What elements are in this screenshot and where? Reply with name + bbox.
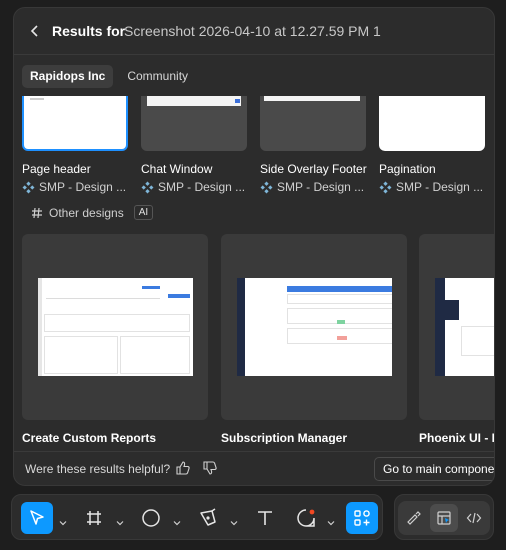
design-thumbnail	[435, 278, 494, 376]
library-name: SMP - Design ...	[39, 180, 127, 194]
section-title: Other designs	[49, 205, 124, 220]
component-icon	[260, 181, 273, 193]
thumbs-up-icon	[176, 461, 190, 475]
component-thumbnail[interactable]	[379, 96, 485, 151]
library-label: SMP - Design ...	[141, 180, 245, 194]
tab-rapidops[interactable]: Rapidops Inc	[22, 65, 114, 88]
chevron-down-icon	[59, 521, 67, 526]
thumbs-down-button[interactable]	[203, 461, 219, 477]
panel-header: Results for Screenshot 2026-04-10 at 12.…	[14, 8, 494, 55]
component-icon	[141, 181, 154, 193]
component-thumbnail[interactable]	[22, 96, 128, 151]
component-thumbnail[interactable]	[260, 96, 366, 151]
frame-tool-button[interactable]	[78, 502, 110, 534]
library-name: SMP - Design ...	[158, 180, 246, 194]
chevron-down-icon	[173, 521, 181, 526]
tool-bar	[11, 494, 383, 540]
results-file-name: Screenshot 2026-04-10 at 12.27.59 PM 1	[124, 23, 381, 39]
dev-mode-button[interactable]	[460, 504, 488, 532]
design-card[interactable]	[419, 234, 494, 420]
library-name: SMP - Design ...	[396, 180, 484, 194]
text-tool-button[interactable]	[249, 502, 281, 534]
ellipse-icon	[142, 509, 160, 527]
design-thumbnail	[237, 278, 392, 376]
design-mode-button[interactable]	[430, 504, 458, 532]
design-name: Create Custom Reports	[22, 431, 157, 444]
library-label: SMP - Design ...	[379, 180, 483, 194]
library-name: SMP - Design ...	[277, 180, 365, 194]
draw-mode-button[interactable]	[400, 504, 428, 532]
component-icon	[379, 181, 392, 193]
component-name: Pagination	[379, 162, 436, 176]
design-thumbnail	[38, 278, 193, 376]
design-card[interactable]	[22, 234, 208, 420]
chevron-left-icon	[30, 25, 38, 37]
source-tabs: Rapidops Inc Community	[22, 65, 196, 88]
results-title: Results for	[52, 23, 126, 39]
thumbs-up-button[interactable]	[176, 461, 192, 477]
library-label: SMP - Design ...	[22, 180, 126, 194]
comment-tool-caret[interactable]	[327, 514, 335, 526]
actions-icon	[354, 510, 370, 526]
mode-switcher	[394, 494, 494, 540]
pen-tool-caret[interactable]	[230, 514, 238, 526]
chevron-down-icon	[230, 521, 238, 526]
actions-tool-button[interactable]	[346, 502, 378, 534]
search-results-panel: Results for Screenshot 2026-04-10 at 12.…	[13, 7, 495, 486]
component-name: Chat Window	[141, 162, 213, 176]
chevron-down-icon	[327, 521, 335, 526]
shape-tool-caret[interactable]	[173, 514, 181, 526]
draw-icon	[407, 511, 421, 525]
mode-group	[398, 501, 490, 535]
frame-tool-caret[interactable]	[116, 514, 124, 526]
comment-tool-button[interactable]	[290, 502, 322, 534]
frame-icon	[87, 511, 101, 525]
tab-community[interactable]: Community	[119, 65, 196, 88]
back-button[interactable]	[26, 22, 44, 40]
hash-icon	[32, 207, 42, 218]
design-name: Phoenix UI - Ba	[419, 431, 494, 444]
design-mode-icon	[437, 511, 451, 525]
ai-badge: AI	[133, 205, 154, 220]
component-thumbnail[interactable]	[141, 96, 247, 151]
design-name: Subscription Manager	[221, 431, 348, 444]
pen-icon	[200, 508, 216, 526]
design-card[interactable]	[221, 234, 407, 420]
feedback-footer: Were these results helpful? Go to main c…	[14, 451, 494, 485]
thumbs-down-icon	[203, 461, 217, 475]
chevron-down-icon	[116, 521, 124, 526]
text-icon	[258, 511, 272, 525]
other-designs-section: Other designs AI	[31, 205, 154, 220]
move-tool-caret[interactable]	[59, 514, 67, 526]
code-icon	[466, 512, 482, 524]
library-label: SMP - Design ...	[260, 180, 364, 194]
component-name: Side Overlay Footer	[260, 162, 367, 176]
feedback-question: Were these results helpful?	[25, 462, 171, 476]
pen-tool-button[interactable]	[192, 502, 224, 534]
shape-tool-button[interactable]	[135, 502, 167, 534]
component-name: Page header	[22, 162, 91, 176]
component-icon	[22, 181, 35, 193]
go-to-main-component-button[interactable]: Go to main componer	[374, 457, 494, 481]
comment-icon	[297, 509, 315, 527]
results-scroll-area[interactable]: Page header Chat Window Side Overlay Foo…	[14, 96, 494, 444]
move-tool-button[interactable]	[21, 502, 53, 534]
cursor-icon	[30, 510, 44, 525]
